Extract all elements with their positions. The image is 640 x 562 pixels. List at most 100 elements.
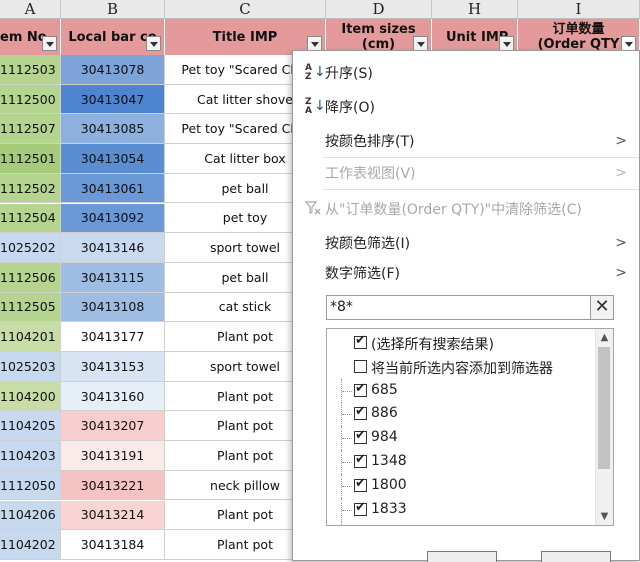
filter-dropdown-button[interactable] <box>42 36 57 51</box>
menu-sort-by-color[interactable]: 按颜色排序(T) > <box>293 129 639 153</box>
cell-item-no[interactable]: 1112504 <box>0 203 61 233</box>
cell-item-no[interactable]: 1104203 <box>0 441 61 470</box>
cell-item-no[interactable]: 1025203 <box>0 352 61 381</box>
cell-local-bar-code[interactable]: 30413146 <box>61 233 165 262</box>
column-letter-h[interactable]: H <box>432 0 518 18</box>
cell-local-bar-code[interactable]: 30413153 <box>61 352 165 381</box>
filter-dropdown-button[interactable] <box>146 36 161 51</box>
tree-line <box>341 426 352 451</box>
scroll-thumb[interactable] <box>598 347 610 469</box>
cell-item-no[interactable]: 1025202 <box>0 233 61 262</box>
filter-dropdown-menu: A Z ↓ 升序(S) Z A ↓ 降序(O) 按颜色排序(T) > 工作表视图(V) … <box>292 50 640 562</box>
cell-item-no[interactable]: 1112506 <box>0 262 61 292</box>
filter-value-item[interactable]: (选择所有搜索结果) <box>327 331 592 355</box>
checkbox-checked-icon[interactable] <box>354 381 367 397</box>
cell-local-bar-code[interactable]: 30413061 <box>61 173 165 203</box>
checkbox-checked-icon[interactable] <box>354 500 367 516</box>
tree-line <box>341 450 352 474</box>
cell-local-bar-code[interactable]: 30413054 <box>61 144 165 173</box>
filter-value-label: 1833 <box>371 500 407 517</box>
cell-local-bar-code[interactable]: 30413191 <box>61 441 165 470</box>
cell-item-no[interactable]: 1112501 <box>0 144 61 173</box>
filter-value-item[interactable]: 1348 <box>327 450 592 474</box>
checkbox-checked-icon[interactable] <box>354 452 367 468</box>
filter-values-list: (选择所有搜索结果) 将当前所选内容添加到筛选器 685 886 984 1348 1800… <box>326 328 614 526</box>
cell-local-bar-code[interactable]: 30413115 <box>61 262 165 292</box>
cell-local-bar-code[interactable]: 30413092 <box>61 203 165 233</box>
checkbox-unchecked-icon[interactable] <box>354 359 367 373</box>
tree-line <box>341 402 352 427</box>
filter-value-item[interactable]: 685 <box>327 378 592 403</box>
cell-local-bar-code[interactable]: 30413160 <box>61 381 165 411</box>
checkbox-checked-icon[interactable] <box>354 476 367 492</box>
scroll-down-icon[interactable]: ▼ <box>596 508 613 525</box>
cell-local-bar-code[interactable]: 30413177 <box>61 322 165 351</box>
column-letter-b[interactable]: B <box>61 0 165 18</box>
filter-value-label: (选择所有搜索结果) <box>371 337 494 353</box>
filter-dropdown-button[interactable] <box>413 36 428 51</box>
menu-number-filter-label: 数字筛选(F) <box>325 266 400 282</box>
menu-number-filter[interactable]: 数字筛选(F) > <box>293 261 639 285</box>
menu-sort-descending[interactable]: Z A ↓ 降序(O) <box>293 95 639 119</box>
checkbox-checked-icon[interactable] <box>354 428 367 445</box>
cell-local-bar-code[interactable]: 30413085 <box>61 114 165 144</box>
clear-search-button[interactable]: ✕ <box>590 295 614 320</box>
menu-filter-by-color[interactable]: 按颜色筛选(I) > <box>293 231 639 255</box>
menu-sheet-view-label: 工作表视图(V) <box>325 166 416 182</box>
chevron-right-icon: > <box>615 235 627 251</box>
filter-value-label: 886 <box>371 405 398 422</box>
cell-item-no[interactable]: 1104206 <box>0 500 61 530</box>
cell-item-no[interactable]: 1112500 <box>0 84 61 114</box>
cell-local-bar-code[interactable]: 30413184 <box>61 530 165 559</box>
filter-value-item[interactable]: 886 <box>327 402 592 427</box>
filter-dropdown-button[interactable] <box>499 36 514 51</box>
cell-item-no[interactable]: 1112507 <box>0 114 61 144</box>
filter-dropdown-button[interactable] <box>307 36 322 51</box>
filter-search-value: *8* <box>330 299 353 315</box>
cell-item-no[interactable]: 1104200 <box>0 381 61 411</box>
filter-value-item[interactable]: 1833 <box>327 497 592 522</box>
filter-dropdown-button-active[interactable] <box>621 36 636 51</box>
cell-item-no[interactable]: 1112503 <box>0 55 61 84</box>
filter-value-label: 1348 <box>371 453 407 469</box>
cell-item-no[interactable]: 1104205 <box>0 411 61 441</box>
clear-filter-icon <box>305 201 321 215</box>
cell-item-no[interactable]: 1112050 <box>0 470 61 500</box>
filter-value-item[interactable]: 984 <box>327 426 592 451</box>
scroll-up-icon[interactable]: ▲ <box>596 329 613 346</box>
checkbox-checked-icon[interactable] <box>354 333 367 349</box>
column-letter-d[interactable]: D <box>326 0 432 18</box>
cell-local-bar-code[interactable]: 30413214 <box>61 500 165 530</box>
chevron-right-icon: > <box>615 165 627 181</box>
filter-search-input[interactable]: *8* <box>326 295 613 320</box>
column-letter-a[interactable]: A <box>0 0 61 18</box>
menu-clear-filter: 从"订单数量(Order QTY)"中清除筛选(C) <box>293 197 639 221</box>
menu-separator <box>323 157 639 158</box>
filter-value-item[interactable]: 将当前所选内容添加到筛选器 <box>327 355 592 379</box>
cell-local-bar-code[interactable]: 30413047 <box>61 84 165 114</box>
header-title-imp-label: Title IMP <box>212 29 278 45</box>
filter-value-item[interactable]: 1800 <box>327 473 592 498</box>
header-item-no-label: em No <box>0 29 47 45</box>
checkbox-checked-icon[interactable] <box>354 404 367 421</box>
cell-item-no[interactable]: 1104202 <box>0 530 61 559</box>
cell-item-no[interactable]: 1112502 <box>0 173 61 203</box>
filter-value-item[interactable]: 1877 <box>327 521 592 525</box>
cell-local-bar-code[interactable]: 30413207 <box>61 411 165 441</box>
column-letter-i[interactable]: I <box>518 0 640 18</box>
menu-sort-ascending[interactable]: A Z ↓ 升序(S) <box>293 61 639 85</box>
cell-item-no[interactable]: 1104201 <box>0 322 61 351</box>
cell-local-bar-code[interactable]: 30413108 <box>61 292 165 322</box>
header-local-bar-code-label: Local bar co <box>68 29 157 45</box>
chevron-right-icon: > <box>615 265 627 281</box>
cell-item-no[interactable]: 1112505 <box>0 292 61 322</box>
chevron-right-icon: > <box>615 133 627 149</box>
header-item-sizes-line1: Item sizes <box>341 22 416 37</box>
cancel-button[interactable] <box>541 551 611 562</box>
list-scrollbar[interactable]: ▲ ▼ <box>595 329 613 525</box>
cell-local-bar-code[interactable]: 30413221 <box>61 470 165 500</box>
tree-line <box>341 497 352 522</box>
ok-button[interactable] <box>427 551 497 562</box>
column-letter-c[interactable]: C <box>165 0 326 18</box>
cell-local-bar-code[interactable]: 30413078 <box>61 55 165 84</box>
